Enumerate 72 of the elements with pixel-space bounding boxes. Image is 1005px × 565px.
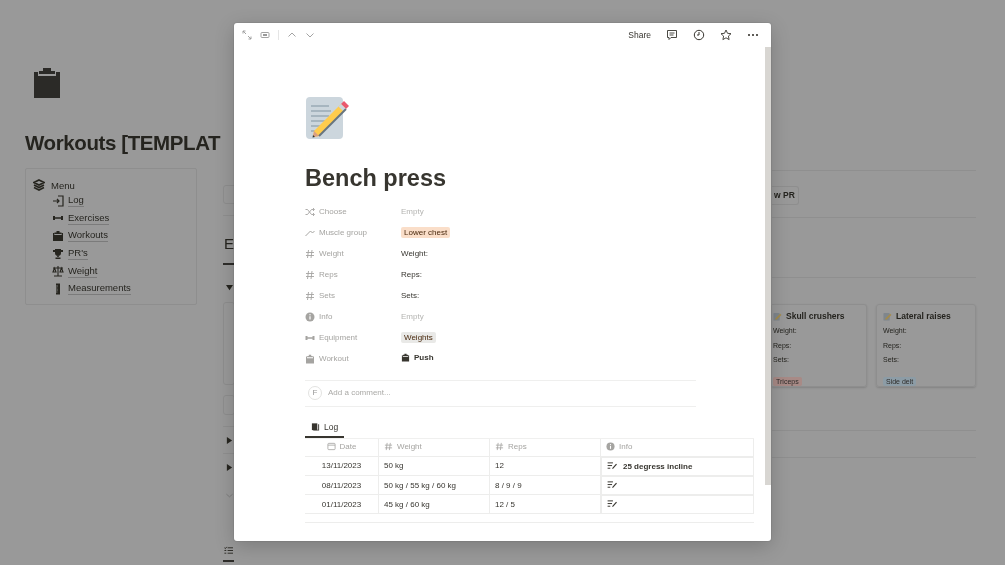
panel-icon[interactable] [260, 30, 270, 40]
expand-icon[interactable] [226, 437, 233, 444]
table-cell: 50 kg [378, 456, 490, 476]
table-cell: 08/11/2023 [305, 475, 379, 495]
menu-label: Menu [51, 179, 75, 191]
menu-link[interactable]: PR's [68, 247, 88, 261]
page-title: Bench press [305, 165, 448, 191]
hash-icon [305, 248, 315, 259]
property-name: Equipment [319, 333, 358, 342]
property-name: Weight [319, 249, 344, 258]
property-name: Sets [319, 291, 335, 300]
layers-icon [33, 179, 45, 191]
note-icon [607, 462, 618, 470]
new-pr-button[interactable]: w PR [772, 186, 799, 205]
hash-icon [384, 441, 393, 451]
property-name: Workout [319, 354, 349, 363]
memo-icon [773, 311, 782, 321]
note-icon [607, 500, 618, 508]
property-value[interactable]: Reps: [401, 270, 422, 279]
property-tag[interactable]: Lower chest [401, 227, 451, 238]
clock-icon[interactable] [693, 29, 705, 41]
table-cell: 45 kg / 60 kg [378, 494, 490, 514]
table-cell: 12 / 5 [489, 494, 601, 514]
menu-link[interactable]: Exercises [68, 211, 110, 225]
collapse-icon[interactable] [226, 284, 233, 291]
menu-link[interactable]: Measurements [68, 282, 131, 296]
property-name: Choose [319, 207, 347, 216]
note-icon [607, 481, 618, 489]
list-icon[interactable] [224, 546, 233, 555]
property-name: Reps [319, 270, 338, 279]
info-icon [305, 311, 315, 322]
calendar-icon [326, 441, 336, 451]
shuffle-icon [305, 206, 315, 217]
section-heading: E [224, 234, 234, 254]
table-cell: 12 [489, 456, 601, 476]
page-title: Workouts [TEMPLAT [25, 130, 221, 156]
page-link[interactable]: Push [401, 353, 434, 362]
property-value[interactable]: Weight: [401, 249, 428, 258]
scrollbar[interactable] [765, 47, 771, 485]
menu-link[interactable]: Log [68, 194, 84, 208]
view-tab[interactable]: Log [305, 417, 345, 438]
expand-icon[interactable] [226, 464, 233, 471]
hash-icon [305, 269, 315, 280]
hash-icon [495, 441, 504, 451]
table-cell: 50 kg / 55 kg / 60 kg [378, 475, 490, 495]
enter-icon [52, 194, 64, 207]
info-icon [606, 441, 615, 451]
table-cell: 01/11/2023 [305, 494, 379, 514]
hash-icon [305, 290, 315, 301]
scale-icon [52, 265, 64, 278]
table-cell: 13/11/2023 [305, 456, 379, 476]
clipboard-icon [52, 230, 64, 242]
card-title: Lateral raises [896, 311, 951, 321]
share-button[interactable]: Share [628, 30, 651, 40]
trophy-icon [52, 247, 64, 260]
card-title: Skull crushers [786, 311, 845, 321]
property-name: Info [319, 312, 333, 321]
clipboard-icon [305, 353, 315, 364]
clipboard-icon [401, 353, 410, 362]
memo-icon [305, 96, 349, 140]
table-cell: 8 / 9 / 9 [489, 475, 601, 495]
menu-link[interactable]: Weight [68, 264, 98, 278]
memo-icon [883, 311, 892, 321]
comment-icon[interactable] [666, 29, 678, 41]
clipboard-icon [32, 66, 62, 98]
star-icon[interactable] [720, 29, 732, 41]
property-value[interactable]: Sets: [401, 291, 420, 300]
menu-link[interactable]: Workouts [68, 229, 108, 243]
book-icon [311, 422, 320, 431]
property-name: Muscle group [319, 228, 368, 237]
property-tag[interactable]: Weights [401, 332, 436, 343]
table-cell: 25 degress incline [623, 461, 693, 471]
